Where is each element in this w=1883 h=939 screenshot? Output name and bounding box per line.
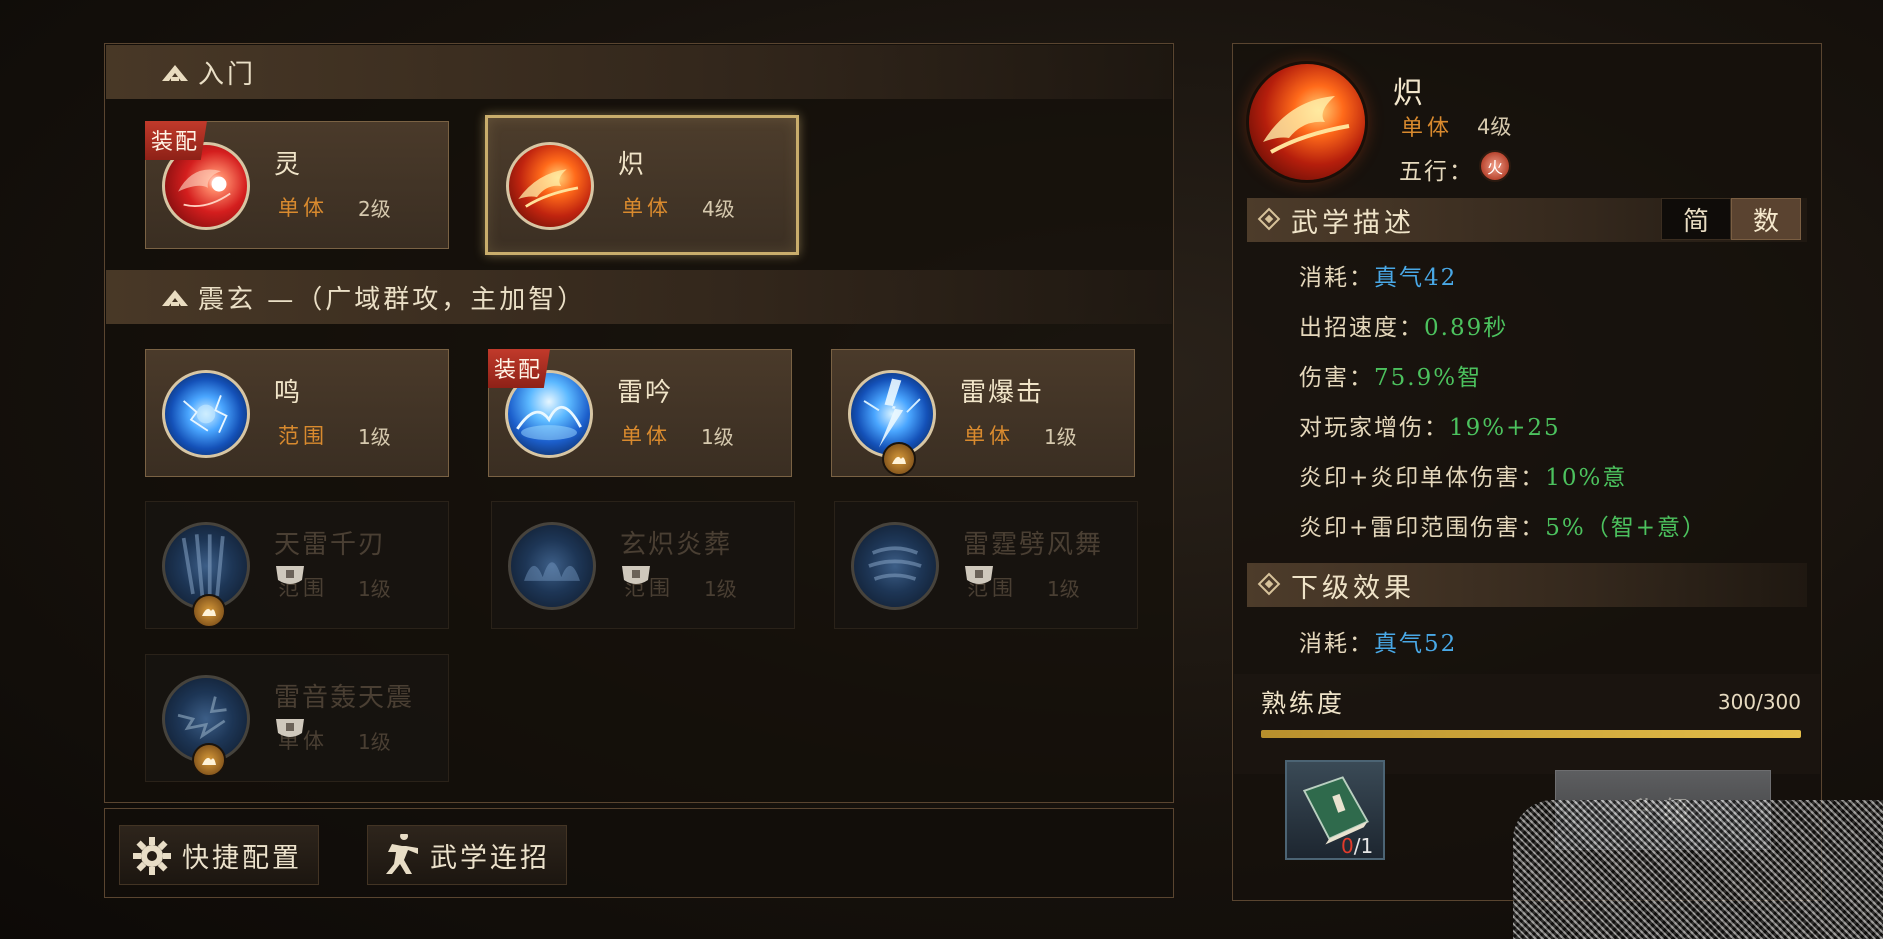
thunder-orb-skill-icon [162,370,250,458]
detail-skill-name: 炽 [1393,76,1423,111]
skill-card-leitingpifengwu[interactable]: 雷霆劈风舞 范围 1级 [834,501,1138,629]
stat-label: 消耗： [1299,631,1374,657]
skill-type: 单体 [278,196,328,220]
rune-icon [192,594,226,628]
skill-level: 1级 [704,577,737,601]
book-need: /1 [1353,834,1374,858]
stat-label: 对玩家增伤： [1299,415,1449,441]
section-title: 震玄 —（广域群攻，主加智） [198,284,587,315]
skill-detail-panel: 炽 单体 4级 五行： 火 武学描述 简 数 消耗：真气42 出招速度：0.89… [1232,43,1822,901]
equipped-badge: 装配 [145,121,208,160]
gear-icon [133,837,171,875]
stat-value: 19%+25 [1449,415,1561,441]
skill-name: 炽 [618,150,647,180]
skill-level: 1级 [358,577,391,601]
stat-label: 伤害： [1299,365,1374,391]
stat-row: 伤害：75.9%智 [1299,358,1482,392]
skill-card-tianleiqianren[interactable]: 天雷千刃 范围 1级 [145,501,449,629]
skill-card-ling[interactable]: 装配 灵 单体 2级 [145,121,449,249]
proficiency-value: 300/300 [1717,690,1801,714]
stat-row: 出招速度：0.89秒 [1299,308,1508,342]
whirlwind-skill-icon [851,522,939,610]
skill-level: 4级 [702,197,735,221]
quick-config-button[interactable]: 快捷配置 [119,825,319,885]
skill-name: 雷爆击 [960,378,1045,408]
stat-label: 消耗： [1299,265,1374,291]
section-header-zhenxuan[interactable]: 震玄 —（广域群攻，主加智） [106,270,1172,324]
skill-level: 1级 [1044,425,1077,449]
stat-row: 消耗：真气42 [1299,258,1457,292]
proficiency-fill [1261,730,1801,738]
section-header-basic[interactable]: 入门 [106,45,1172,99]
fire-skill-large-icon [1249,64,1365,180]
stat-value: 0.89秒 [1424,315,1509,341]
skill-name: 灵 [274,150,303,180]
stat-label: 出招速度： [1299,315,1424,341]
stat-value: 10%意 [1545,465,1628,491]
desc-title: 武学描述 [1291,207,1415,239]
skill-level: 1级 [701,425,734,449]
skill-list-panel: 入门 装配 灵 单体 2级 炽 单体 4级 震玄 —（广域群攻，主加智） 鸣 范… [104,43,1174,803]
rune-icon [882,442,916,476]
skill-card-leiyinhongtianzhen[interactable]: 雷音轰天震 单体 1级 [145,654,449,782]
stat-row: 对玩家增伤：19%+25 [1299,408,1561,442]
skill-card-leiyin[interactable]: 装配 雷吟 单体 1级 [488,349,792,477]
martial-pose-icon [386,834,418,874]
detail-skill-level: 4级 [1477,115,1512,139]
skill-level: 2级 [358,197,391,221]
skill-card-ming[interactable]: 鸣 范围 1级 [145,349,449,477]
collapse-chevron-icon [162,290,188,306]
quick-config-label: 快捷配置 [182,842,302,874]
toggle-simple-button[interactable]: 简 [1661,198,1731,240]
martial-combo-label: 武学连招 [430,842,550,874]
stat-label: 炎印+雷印范围伤害： [1299,515,1546,541]
skill-card-chi[interactable]: 炽 单体 4级 [485,115,799,255]
skill-name: 鸣 [274,378,303,408]
dark-flame-skill-icon [508,522,596,610]
stat-row: 炎印+炎印单体伤害：10%意 [1299,458,1627,492]
section-title: 入门 [198,59,257,90]
diamond-icon [1257,572,1281,596]
stat-value: 真气52 [1374,631,1458,657]
skill-type: 单体 [621,424,671,448]
stat-label: 炎印+炎印单体伤害： [1299,465,1546,491]
skill-type: 范围 [278,424,328,448]
skill-level: 1级 [358,730,391,754]
book-count: 0/1 [1341,834,1373,858]
lock-icon [622,566,650,584]
equipped-badge: 装配 [488,349,551,388]
desc-mode-toggle: 简 数 [1661,198,1801,240]
skill-level: 1级 [358,425,391,449]
lock-icon [965,566,993,584]
lock-icon [276,719,304,737]
wuxing-label: 五行： [1399,159,1474,185]
proficiency-label: 熟练度 [1261,689,1346,718]
proficiency-bar [1261,730,1801,738]
diamond-icon [1257,207,1281,231]
skill-card-leibaoji[interactable]: 雷爆击 单体 1级 [831,349,1135,477]
next-level-header: 下级效果 [1247,563,1807,607]
skill-card-xuanchiyanzang[interactable]: 玄炽炎葬 范围 1级 [491,501,795,629]
toggle-numeric-button[interactable]: 数 [1731,198,1801,240]
stat-value: 5%（智+意） [1545,515,1708,541]
lock-icon [276,566,304,584]
detail-skill-type: 单体 [1401,116,1454,141]
stat-value: 真气42 [1374,265,1458,291]
fire-skill-icon [506,142,594,230]
stat-row: 炎印+雷印范围伤害：5%（智+意） [1299,508,1707,542]
skill-level: 1级 [1047,577,1080,601]
book-have: 0 [1341,834,1354,858]
next-level-title: 下级效果 [1291,572,1415,604]
skill-type: 单体 [964,424,1014,448]
bottom-action-bar: 快捷配置 武学连招 [104,808,1174,898]
collapse-chevron-icon [162,65,188,81]
skill-name: 雷吟 [617,378,674,408]
skill-type: 单体 [622,196,672,220]
watermark-noise [1513,800,1883,939]
martial-combo-button[interactable]: 武学连招 [367,825,567,885]
next-stat-row: 消耗：真气52 [1299,624,1457,658]
fire-element-badge: 火 [1479,150,1511,182]
stat-value: 75.9%智 [1374,365,1483,391]
rune-icon [192,743,226,777]
